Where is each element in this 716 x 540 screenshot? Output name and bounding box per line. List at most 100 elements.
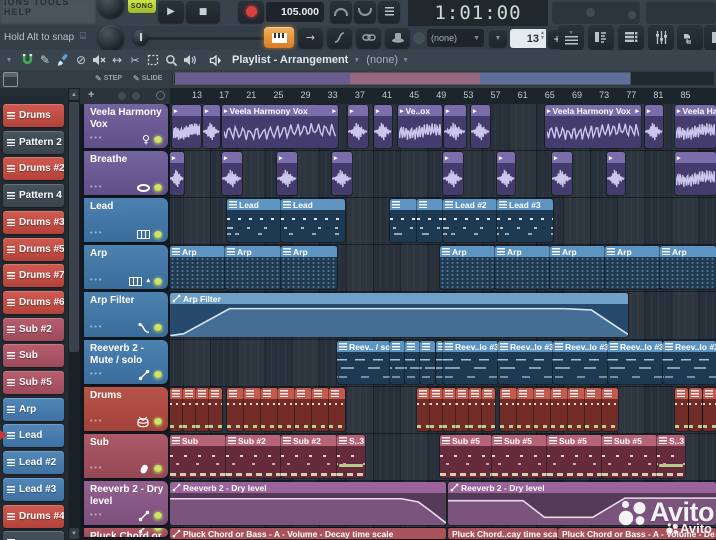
clip-unnamed[interactable]	[436, 341, 443, 384]
pattern-item-Sub[interactable]: Sub	[3, 344, 64, 368]
clip-unnamed[interactable]: ▸	[348, 105, 368, 148]
clip-unnamed[interactable]: ▸	[172, 105, 201, 148]
clip-pluck-chord-or-bass-a-volume-decay-time-scale[interactable]: Pluck Chord or Bass - A - Volume - Decay…	[170, 528, 446, 539]
playlist-menu-button[interactable]: ▼	[0, 52, 18, 68]
clip-unnamed[interactable]	[420, 341, 435, 384]
playback-tool-button[interactable]	[180, 52, 198, 68]
clip-unnamed[interactable]	[551, 388, 568, 431]
clip-unnamed[interactable]: ▸	[675, 152, 716, 195]
plugin-picker-button[interactable]	[704, 24, 716, 50]
pattern-item-Lead #3[interactable]: Lead #3	[3, 477, 64, 501]
arrangement-none-label[interactable]: (none)	[366, 54, 398, 66]
track-enable-led[interactable]	[154, 277, 162, 286]
clip-unnamed[interactable]	[417, 199, 443, 242]
clip-unnamed[interactable]: ▸	[443, 152, 463, 195]
mini-tool-icon[interactable]	[118, 92, 126, 100]
typing-keyboard-piano-button[interactable]	[264, 27, 294, 48]
clip-unnamed[interactable]	[675, 388, 688, 431]
clip-unnamed[interactable]	[295, 388, 312, 431]
clip-unnamed[interactable]	[585, 388, 602, 431]
track-header-veela-harmony-vox[interactable]: Veela Harmony Vox ••• ♀	[84, 104, 168, 148]
clip-reev-lo-3[interactable]: Reev..lo #3	[443, 341, 498, 384]
chevron-down-icon[interactable]: ▼	[353, 57, 360, 64]
clip-sub-5[interactable]: Sub #5	[492, 435, 547, 478]
clip-unnamed[interactable]	[417, 388, 430, 431]
clip-unnamed[interactable]	[456, 388, 469, 431]
track-enable-led[interactable]	[154, 465, 162, 473]
clip-arp[interactable]: Arp	[660, 246, 716, 289]
preview-button[interactable]	[206, 52, 224, 68]
step-toggle[interactable]: ✎ STEP	[95, 74, 122, 83]
clip-sub-2[interactable]: Sub #2	[281, 435, 337, 478]
clip-unnamed[interactable]	[405, 341, 420, 384]
pattern-scrollbar-thumb[interactable]	[69, 102, 79, 352]
clip-reev-solo[interactable]: Reev.. / solo	[337, 341, 390, 384]
track-enable-led[interactable]	[154, 512, 162, 520]
clip-unnamed[interactable]	[500, 388, 517, 431]
clip-reev-lo-3[interactable]: Reev..lo #3	[553, 341, 608, 384]
track-header-reeverb-2-dry-level[interactable]: Reeverb 2 - Dry level •••	[84, 481, 168, 525]
clip-unnamed[interactable]	[196, 388, 209, 431]
track-enable-led[interactable]	[154, 230, 162, 239]
pattern-item-Drums #4[interactable]: Drums #4	[3, 504, 64, 528]
track-row-5[interactable]: Arp Filter	[170, 292, 716, 340]
clip-unnamed[interactable]	[390, 199, 417, 242]
clip-unnamed[interactable]: ▸	[645, 105, 663, 148]
snap-magnet-button[interactable]	[18, 52, 36, 68]
clip-reeverb-2-dry-level[interactable]: Reeverb 2 - Dry level	[170, 482, 446, 525]
track-header-drums[interactable]: Drums •••	[84, 387, 168, 431]
scroll-up-button[interactable]: ▲	[69, 89, 79, 100]
clip-unnamed[interactable]	[568, 388, 585, 431]
delete-tool-button[interactable]: ⊘	[72, 52, 90, 68]
scroll-down-button[interactable]: ▼	[69, 528, 79, 539]
play-button[interactable]: ▶	[158, 0, 184, 23]
pattern-item-Sub #2[interactable]: Sub #2	[3, 317, 64, 341]
clip-veela-ha[interactable]: ▸ Veela Ha	[675, 105, 716, 148]
clip-reev-lo-3[interactable]: Reev..lo #3	[608, 341, 663, 384]
clip-unnamed[interactable]	[170, 388, 183, 431]
time-display[interactable]: 1:01:00	[408, 0, 548, 26]
pattern-item-Drums #7[interactable]: Drums #7	[3, 264, 64, 288]
clip-sub-2[interactable]: Sub #2	[226, 435, 281, 478]
metronome-button[interactable]	[378, 0, 400, 23]
clip-arp[interactable]: Arp	[605, 246, 660, 289]
pattern-number-box[interactable]: 13 ▲ ▼	[510, 29, 546, 48]
track-enable-led[interactable]	[154, 528, 162, 532]
track-enable-led[interactable]	[154, 324, 162, 332]
pattern-item-Arp[interactable]: Arp	[3, 397, 64, 421]
chevron-down-icon[interactable]: ▼	[402, 57, 409, 64]
channel-rack-window-button[interactable]	[618, 24, 644, 50]
track-row-3[interactable]: Lead Lead Lead #2 Lead #3	[170, 198, 716, 245]
clip-sub[interactable]: Sub	[170, 435, 226, 478]
clip-unnamed[interactable]	[278, 388, 295, 431]
clip-lead-2[interactable]: Lead #2	[443, 199, 497, 242]
tap-tempo-button[interactable]	[330, 0, 352, 23]
track-header-arp-filter[interactable]: Arp Filter •••	[84, 292, 168, 337]
glide-button[interactable]	[327, 27, 352, 48]
track-enable-led[interactable]	[154, 418, 162, 426]
clip-unnamed[interactable]: ▸	[471, 105, 490, 148]
clip-unnamed[interactable]	[329, 388, 345, 431]
track-header-lead[interactable]: Lead •••	[84, 198, 168, 242]
clip-unnamed[interactable]: ▸	[607, 152, 625, 195]
clip-reev-lo-3[interactable]: Reev..lo #3	[663, 341, 716, 384]
select-tool-button[interactable]	[144, 52, 162, 68]
window-icon[interactable]	[3, 72, 18, 87]
browser-window-button[interactable]	[677, 24, 703, 50]
clip-s-3[interactable]: S..3	[337, 435, 365, 478]
link-button[interactable]	[356, 27, 381, 48]
clip-unnamed[interactable]	[703, 388, 716, 431]
clip-arp[interactable]: Arp	[281, 246, 337, 289]
clip-unnamed[interactable]	[469, 388, 482, 431]
track-row-6[interactable]: Reev.. / solo Reev..lo #3 Reev..lo #3 Reev.…	[170, 340, 716, 387]
clip-unnamed[interactable]	[534, 388, 551, 431]
clip-sub-5[interactable]: Sub #5	[602, 435, 657, 478]
clip-unnamed[interactable]: ▸	[203, 105, 220, 148]
clip-reev-lo-3[interactable]: Reev..lo #3	[498, 341, 553, 384]
track-row-1[interactable]: ▸ ▸ ▸ Veela Harmony Vox ▸ ▸ ▸ ▸ Ve..ox ▸ ▸ ▸ Veela H…	[170, 104, 716, 151]
clip-arp[interactable]: Arp	[225, 246, 281, 289]
track-enable-led[interactable]	[154, 371, 162, 379]
clip-lead[interactable]: Lead	[227, 199, 281, 242]
pattern-item-Drums #6[interactable]: Drums #6	[3, 290, 64, 314]
clip-lead-3[interactable]: Lead #3	[497, 199, 553, 242]
